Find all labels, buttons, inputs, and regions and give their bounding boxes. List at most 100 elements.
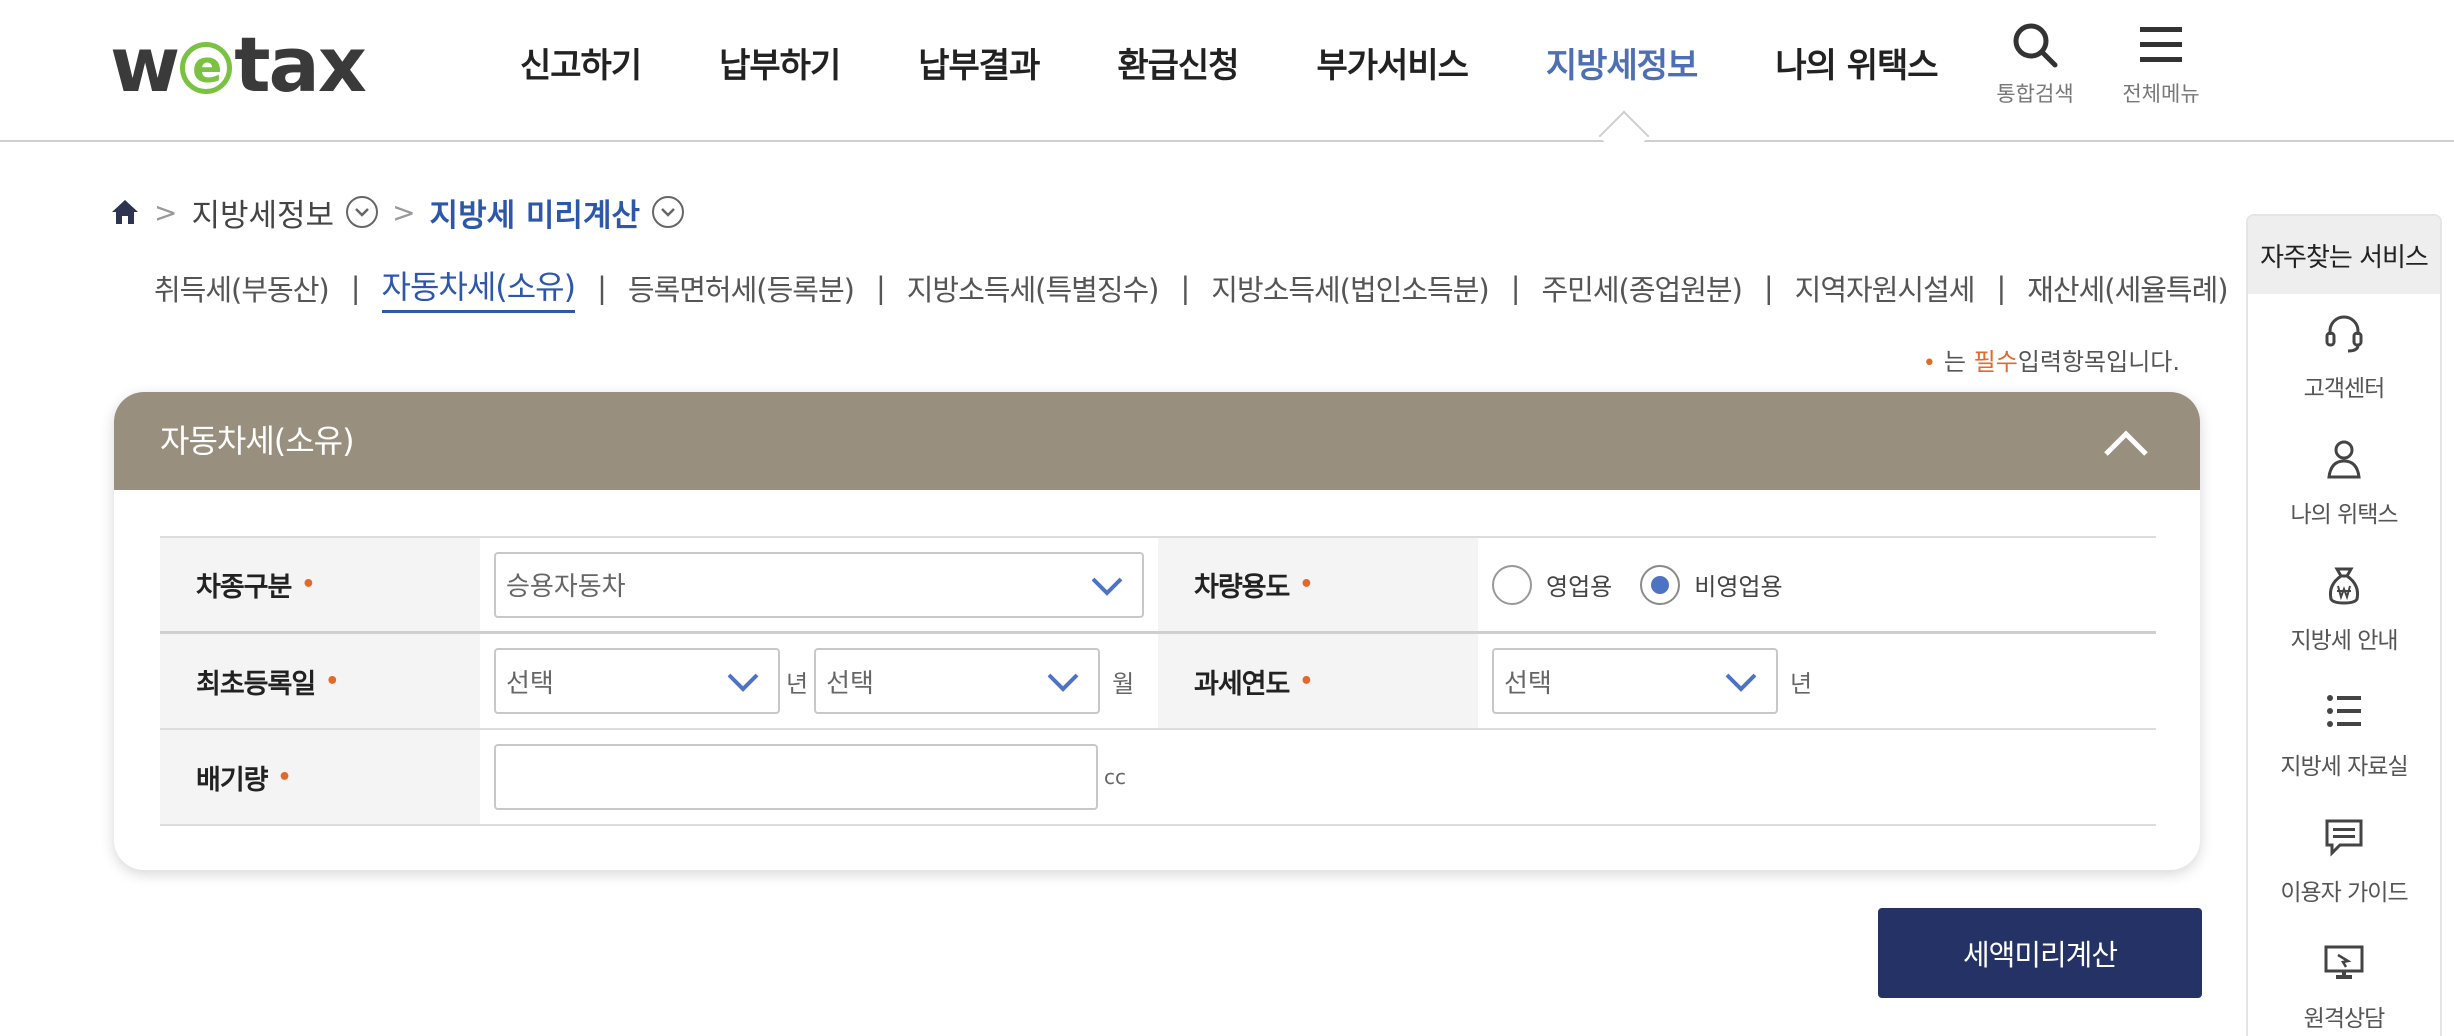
home-icon[interactable] xyxy=(110,197,140,227)
collapse-chevron-up-icon[interactable] xyxy=(2102,422,2150,462)
nav-item-my-wetax[interactable]: 나의 위택스 xyxy=(1775,36,1938,96)
tab-acquisition-tax[interactable]: 취득세(부동산) xyxy=(154,267,330,309)
quick-service-menu: 자주찾는 서비스 고객센터 나의 위택스 지방세 안내 지방세 자료실 이용자 … xyxy=(2246,214,2442,1036)
required-mark: • xyxy=(1299,572,1313,597)
radio-circle-non-commercial[interactable] xyxy=(1640,564,1681,605)
quick-item-local-tax-guide[interactable]: 지방세 안내 xyxy=(2248,546,2440,672)
panel-header: 자동차세(소유) xyxy=(114,392,2200,490)
vehicle-type-value: 승용자동차 xyxy=(506,572,626,602)
chevron-down-icon xyxy=(1091,577,1123,596)
chevron-down-icon xyxy=(661,208,675,217)
headset-icon xyxy=(2325,315,2363,353)
first-registration-label-text: 최초등록일 xyxy=(196,668,316,700)
required-bullet: • xyxy=(1922,351,1936,376)
vehicle-use-label: 차량용도 • xyxy=(1158,538,1478,631)
nav-item-report[interactable]: 신고하기 xyxy=(520,36,642,96)
radio-circle-commercial[interactable] xyxy=(1492,564,1532,605)
quick-item-label: 지방세 안내 xyxy=(2290,628,2398,654)
tab-separator: | xyxy=(1510,270,1521,305)
quick-item-user-guide[interactable]: 이용자 가이드 xyxy=(2248,798,2440,924)
quick-item-customer-center[interactable]: 고객센터 xyxy=(2248,294,2440,420)
year-unit: 년 xyxy=(786,669,809,698)
registration-year-select[interactable]: 선택 xyxy=(494,648,780,714)
breadcrumb-tax-precalc[interactable]: 지방세 미리계산 xyxy=(430,190,640,235)
tab-registration-license-tax[interactable]: 등록면허세(등록분) xyxy=(628,267,855,309)
logo-e-circle: e xyxy=(180,42,233,94)
form-row: 최초등록일 • 선택 년 선택 월 과세연도 • 선택 년 xyxy=(160,634,2156,730)
vehicle-type-label-text: 차종구분 xyxy=(196,572,292,603)
vehicle-type-select[interactable]: 승용자동차 xyxy=(494,551,1144,618)
radio-non-commercial[interactable]: 비영업용 xyxy=(1640,564,1783,605)
hamburger-menu-icon xyxy=(2140,27,2182,62)
required-note-highlight: 필수 xyxy=(1973,348,2018,376)
nav-item-local-tax-info[interactable]: 지방세정보 xyxy=(1546,36,1698,96)
tab-separator: | xyxy=(1996,270,2006,305)
breadcrumb-local-tax-info[interactable]: 지방세정보 xyxy=(191,190,334,235)
radio-commercial[interactable]: 영업용 xyxy=(1492,564,1612,605)
nav-item-payment[interactable]: 납부하기 xyxy=(719,36,841,96)
required-mark: • xyxy=(277,764,292,790)
required-field-note: • 는 필수입력항목입니다. xyxy=(1923,342,2180,377)
quick-item-label: 나의 위택스 xyxy=(2290,502,2398,528)
breadcrumb-separator: > xyxy=(154,195,178,229)
chat-icon xyxy=(2325,819,2363,857)
required-mark: • xyxy=(1299,668,1313,694)
first-registration-cell: 선택 년 선택 월 xyxy=(480,634,1158,728)
tax-year-label: 과세연도 • xyxy=(1158,634,1478,728)
search-icon xyxy=(2013,23,2058,68)
tab-regional-resource-tax[interactable]: 지역자원시설세 xyxy=(1795,267,1976,309)
tab-vehicle-tax[interactable]: 자동차세(소유) xyxy=(381,262,576,313)
logo-text-prefix: w xyxy=(110,19,180,109)
integrated-search-button[interactable]: 통합검색 xyxy=(1980,20,2090,108)
full-menu-button[interactable]: 전체메뉴 xyxy=(2106,20,2216,108)
panel-title: 자동차세(소유) xyxy=(160,422,355,460)
calculate-tax-button[interactable]: 세액미리계산 xyxy=(1878,908,2202,998)
registration-month-select[interactable]: 선택 xyxy=(814,648,1101,714)
nav-item-payment-result[interactable]: 납부결과 xyxy=(918,36,1040,96)
vehicle-use-radio-group: 영업용 비영업용 xyxy=(1492,564,1811,605)
form-row: 차종구분 • 승용자동차 차량용도 • 영업용 비영업용 xyxy=(160,538,2156,634)
displacement-cell: cc xyxy=(480,730,1136,824)
nav-item-additional-services[interactable]: 부가서비스 xyxy=(1317,36,1469,96)
tab-resident-tax-employee[interactable]: 주민세(종업원분) xyxy=(1542,267,1743,309)
form-row: 배기량 • cc xyxy=(160,730,2156,826)
tab-property-tax-special[interactable]: 재산세(세율특례) xyxy=(2027,267,2228,309)
menu-label: 전체메뉴 xyxy=(2122,82,2200,106)
list-icon xyxy=(2327,695,2361,727)
chevron-down-icon xyxy=(1725,673,1757,692)
required-mark: • xyxy=(325,668,339,694)
tab-local-income-tax-corporate[interactable]: 지방소득세(법인소득분) xyxy=(1211,267,1489,309)
chevron-down-icon xyxy=(1047,673,1079,692)
tab-separator: | xyxy=(1763,270,1774,305)
chevron-down-icon xyxy=(355,208,369,217)
displacement-input[interactable] xyxy=(494,744,1098,810)
first-registration-label: 최초등록일 • xyxy=(160,634,480,728)
quick-item-remote-consult[interactable]: 원격상담 xyxy=(2248,924,2440,1036)
breadcrumb-dropdown-button[interactable] xyxy=(651,196,684,228)
tax-year-value: 선택 xyxy=(1504,668,1552,699)
search-label: 통합검색 xyxy=(1996,82,2074,106)
quick-item-label: 이용자 가이드 xyxy=(2280,880,2408,906)
displacement-unit: cc xyxy=(1104,765,1126,789)
calculation-panel: 자동차세(소유) 차종구분 • 승용자동차 차량용도 • 영업용 비영업용 최초… xyxy=(114,392,2200,870)
tab-separator: | xyxy=(350,270,361,305)
money-bag-icon xyxy=(2329,567,2359,605)
quick-item-label: 지방세 자료실 xyxy=(2280,754,2408,780)
logo-text-suffix: tax xyxy=(234,19,367,109)
vehicle-use-cell: 영업용 비영업용 xyxy=(1478,538,2156,631)
quick-item-local-tax-archive[interactable]: 지방세 자료실 xyxy=(2248,672,2440,798)
breadcrumb: > 지방세정보 > 지방세 미리계산 xyxy=(110,190,684,234)
nav-item-refund[interactable]: 환급신청 xyxy=(1117,36,1239,96)
quick-item-my-wetax[interactable]: 나의 위택스 xyxy=(2248,420,2440,546)
tab-local-income-tax-withholding[interactable]: 지방소득세(특별징수) xyxy=(907,267,1160,309)
breadcrumb-dropdown-button[interactable] xyxy=(346,196,379,228)
active-nav-pointer xyxy=(1598,110,1650,162)
required-note-prefix: 는 xyxy=(1943,348,1966,376)
tax-year-select[interactable]: 선택 xyxy=(1492,648,1778,714)
tax-year-unit: 년 xyxy=(1790,669,1813,698)
displacement-label-text: 배기량 xyxy=(196,764,269,796)
registration-year-value: 선택 xyxy=(506,668,554,699)
tax-year-cell: 선택 년 xyxy=(1478,634,2156,728)
wetax-logo[interactable]: w e tax xyxy=(110,20,367,109)
breadcrumb-separator: > xyxy=(392,195,416,229)
